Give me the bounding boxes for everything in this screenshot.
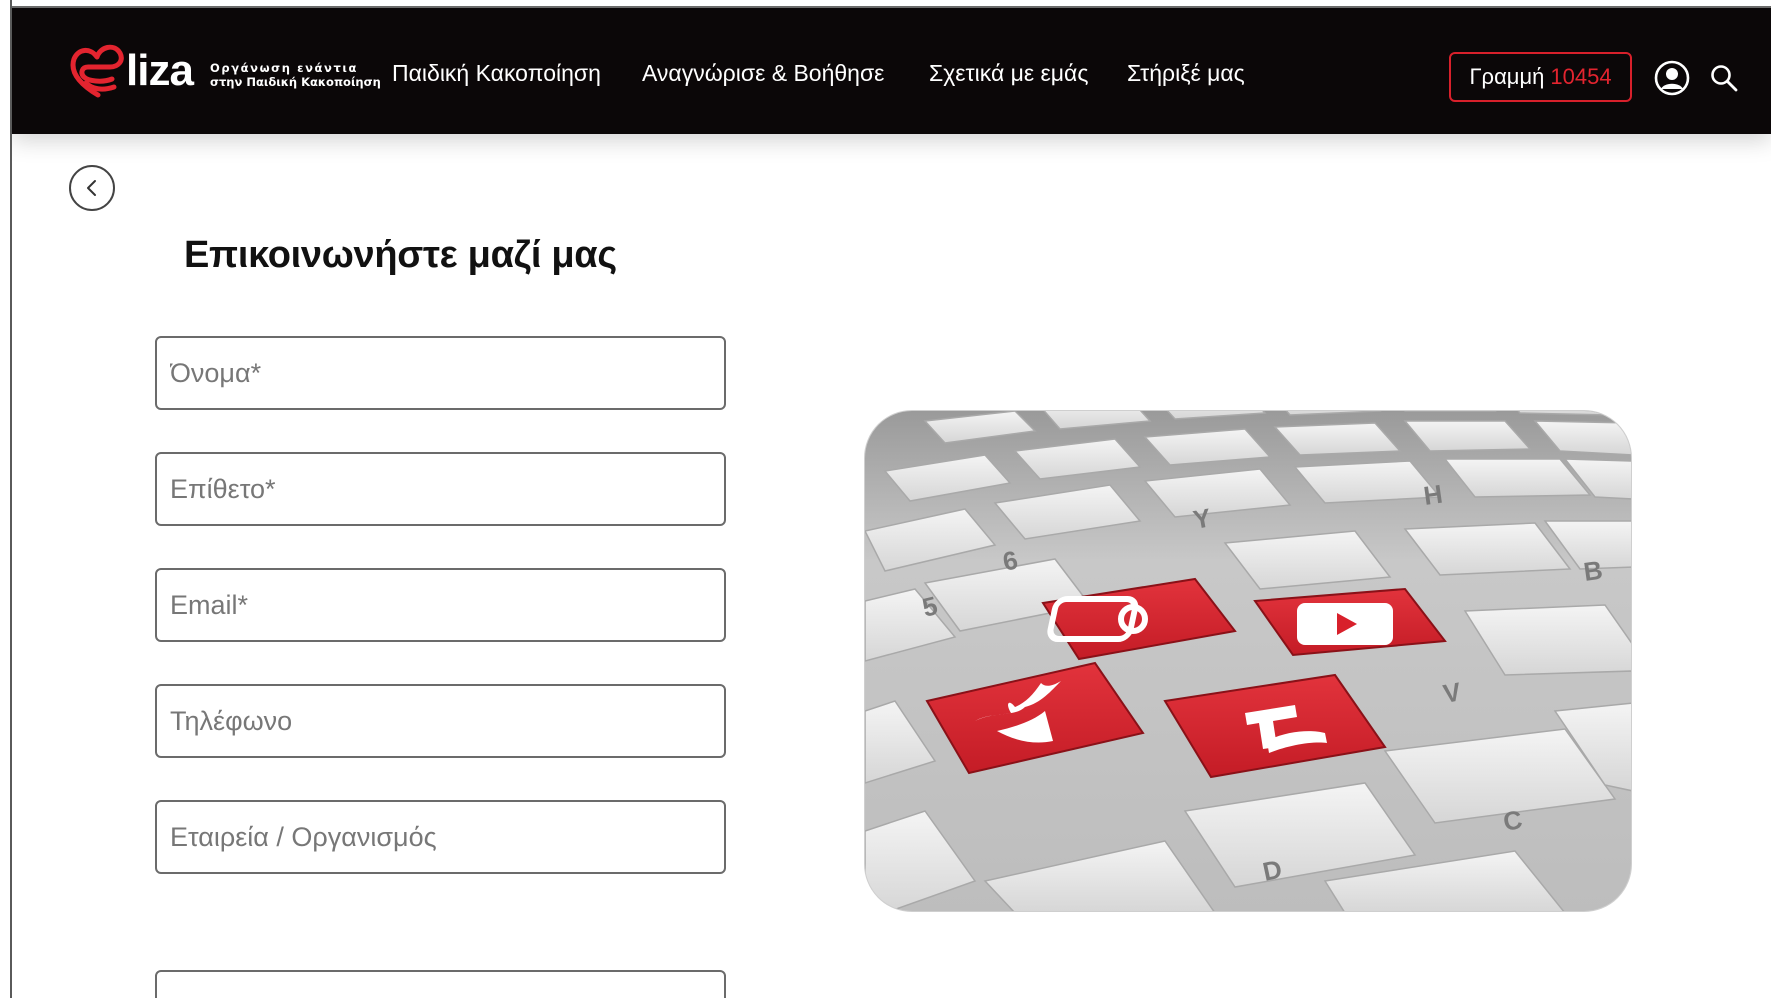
chevron-left-icon [87,180,96,196]
email-field[interactable] [155,568,726,642]
phone-input[interactable] [157,686,724,756]
back-button[interactable] [69,165,115,211]
email-input[interactable] [157,570,724,640]
logo-tagline-line2: στην Παιδική Κακοποίηση [210,75,381,89]
site-logo[interactable]: liza Οργάνωση ενάντια στην Παιδική Κακοπ… [68,43,381,103]
window-frame-top [0,0,1771,8]
first-name-input[interactable] [157,338,724,408]
user-icon[interactable] [1654,60,1690,96]
logo-wordmark: liza [126,46,194,95]
youtube-icon [1297,603,1393,645]
last-name-input[interactable] [157,454,724,524]
hotline-button[interactable]: Γραμμή 10454 [1449,52,1632,102]
logo-heart-icon [70,44,124,98]
hotline-label: Γραμμή [1469,64,1545,89]
nav-item-recognize-help[interactable]: Αναγνώρισε & Βοήθησε [642,60,884,87]
site-header: liza Οργάνωση ενάντια στην Παιδική Κακοπ… [12,8,1771,134]
phone-field[interactable] [155,684,726,758]
page-title: Επικοινωνήστε μαζί μας [184,234,617,276]
company-field[interactable] [155,800,726,874]
message-field[interactable] [155,970,726,998]
page: liza Οργάνωση ενάντια στην Παιδική Κακοπ… [12,8,1771,998]
first-name-field[interactable] [155,336,726,410]
last-name-field[interactable] [155,452,726,526]
search-icon[interactable] [1709,63,1739,93]
social-keyboard-image: Y H B V C D 5 6 [864,410,1632,912]
window-frame-left [0,0,12,998]
company-input[interactable] [157,802,724,872]
nav-item-support-us[interactable]: Στήριξέ μας [1127,60,1245,87]
nav-item-child-abuse[interactable]: Παιδική Κακοποίηση [392,60,601,87]
nav-item-about-us[interactable]: Σχετικά με εμάς [929,60,1088,87]
hotline-number: 10454 [1550,64,1612,89]
message-input[interactable] [157,972,724,998]
logo-tagline-line1: Οργάνωση ενάντια [210,61,359,75]
